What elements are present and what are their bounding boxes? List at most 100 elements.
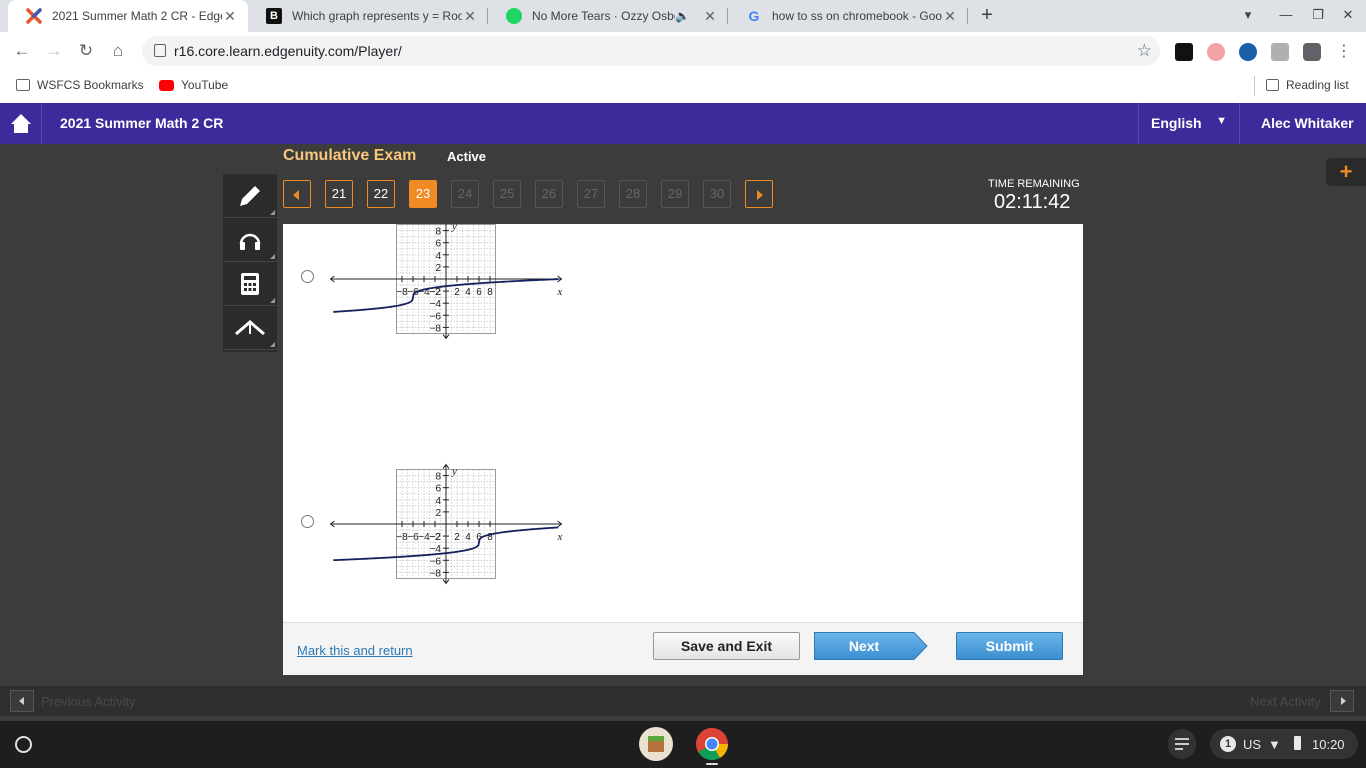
system-shelf: 1 US ▼ 10:20	[0, 721, 1366, 768]
y-axis-letter: y	[451, 224, 457, 233]
x-axis-letter: x	[557, 286, 563, 298]
y-tick-label: −4	[430, 299, 442, 310]
graph-option-1: −8 −6 −4 −2 2 4 6 88642−2−4−6−8xy	[329, 224, 563, 340]
exam-status: Active	[447, 149, 487, 164]
back-icon[interactable]: ←	[11, 40, 33, 62]
url-text: r16.core.learn.edgenuity.com/Player/	[174, 43, 402, 59]
previous-question-button[interactable]	[283, 180, 311, 208]
previous-activity-button[interactable]	[10, 690, 34, 712]
tab-title: 2021 Summer Math 2 CR - Edgenuity	[52, 9, 222, 23]
x-tick-label: 6	[476, 287, 482, 298]
close-tab-icon[interactable]: ✕	[462, 8, 478, 25]
google-icon: G	[748, 8, 760, 24]
question-23[interactable]: 23	[409, 180, 437, 208]
formula-tool[interactable]	[223, 306, 277, 350]
tab-search-icon[interactable]: ▾	[1238, 5, 1258, 25]
extension-icon[interactable]	[1175, 43, 1193, 61]
tab-brainly[interactable]: B Which graph represents y = Root of ✕	[248, 0, 488, 32]
new-tab-button[interactable]: +	[976, 4, 998, 26]
y-tick-label: 2	[435, 263, 441, 274]
x-tick-label: 8	[487, 287, 493, 298]
plus-icon[interactable]: +	[1326, 158, 1366, 186]
bookmark-wsfcs[interactable]: WSFCS Bookmarks	[16, 78, 144, 92]
course-home-button[interactable]	[0, 103, 42, 144]
y-tick-label: 4	[435, 496, 441, 507]
speaker-icon[interactable]: 🔈	[675, 9, 690, 23]
close-tab-icon[interactable]: ✕	[942, 8, 958, 25]
previous-activity-label: Previous Activity	[41, 694, 136, 709]
forward-icon[interactable]: →	[43, 40, 65, 62]
time-remaining-label: TIME REMAINING	[988, 178, 1080, 190]
y-tick-label: 6	[435, 484, 441, 495]
caret-right-icon	[757, 190, 763, 200]
tab-google[interactable]: G how to ss on chromebook - Google ✕	[728, 0, 968, 32]
home-icon[interactable]: ⌂	[107, 40, 129, 62]
close-tab-icon[interactable]: ✕	[702, 8, 718, 25]
language-value: English	[1151, 115, 1202, 131]
question-27: 27	[577, 180, 605, 208]
browser-tab-strip: 2021 Summer Math 2 CR - Edgenuity ✕ B Wh…	[0, 0, 1366, 32]
calculator-icon	[241, 272, 259, 295]
minecraft-education-icon[interactable]	[639, 727, 673, 761]
next-activity-button[interactable]	[1330, 690, 1354, 712]
question-25: 25	[493, 180, 521, 208]
pencil-icon	[240, 185, 260, 206]
bookmarks-bar: WSFCS Bookmarks YouTube Reading list	[0, 70, 1366, 103]
minimize-icon[interactable]: —	[1276, 5, 1296, 25]
x-axis-letter: x	[557, 531, 563, 543]
reading-list-label: Reading list	[1286, 78, 1349, 92]
audio-tool[interactable]	[223, 218, 277, 262]
reading-list-icon	[1266, 79, 1279, 91]
course-header: 2021 Summer Math 2 CR English ▼ Alec Whi…	[0, 103, 1366, 144]
address-bar[interactable]: r16.core.learn.edgenuity.com/Player/ ☆	[142, 36, 1160, 66]
reload-icon[interactable]: ↻	[75, 40, 97, 62]
y-tick-label: 6	[435, 239, 441, 250]
y-tick-label: −2	[430, 532, 442, 543]
question-30: 30	[703, 180, 731, 208]
extension-icon[interactable]	[1207, 43, 1225, 61]
submit-button[interactable]: Submit	[956, 632, 1063, 660]
close-window-icon[interactable]: ✕	[1338, 5, 1358, 25]
restore-icon[interactable]: ❐	[1308, 5, 1328, 25]
y-tick-label: −6	[430, 556, 442, 567]
tab-edgenuity[interactable]: 2021 Summer Math 2 CR - Edgenuity ✕	[8, 0, 248, 32]
clipboard-tray-icon[interactable]	[1168, 729, 1196, 759]
close-tab-icon[interactable]: ✕	[222, 8, 238, 25]
next-question-button[interactable]	[745, 180, 773, 208]
bookmark-star-icon[interactable]: ☆	[1137, 41, 1152, 61]
x-tick-label: 4	[465, 287, 471, 298]
extension-icon[interactable]	[1271, 43, 1289, 61]
kebab-menu-icon[interactable]: ⋮	[1335, 43, 1353, 61]
launcher-icon[interactable]	[15, 736, 32, 753]
extensions-puzzle-icon[interactable]	[1303, 43, 1321, 61]
bookmark-youtube[interactable]: YouTube	[159, 78, 228, 92]
youtube-icon	[159, 79, 174, 91]
extension-icon[interactable]	[1239, 43, 1257, 61]
question-22[interactable]: 22	[367, 180, 395, 208]
bookmark-label: YouTube	[181, 78, 229, 92]
question-21[interactable]: 21	[325, 180, 353, 208]
tab-spotify[interactable]: No More Tears · Ozzy Osbourne 🔈 ✕	[488, 0, 728, 32]
language-select[interactable]: English ▼	[1138, 103, 1240, 144]
headphones-icon	[239, 233, 261, 250]
save-and-exit-button[interactable]: Save and Exit	[653, 632, 800, 660]
y-tick-label: 2	[435, 508, 441, 519]
pencil-tool[interactable]	[223, 174, 277, 218]
status-area[interactable]: 1 US ▼ 10:20	[1210, 729, 1358, 759]
user-name[interactable]: Alec Whitaker	[1261, 115, 1354, 131]
tab-title: how to ss on chromebook - Google	[772, 9, 942, 23]
site-info-icon[interactable]	[154, 44, 166, 57]
calculator-tool[interactable]	[223, 262, 277, 306]
question-26: 26	[535, 180, 563, 208]
time-remaining-value: 02:11:42	[994, 191, 1071, 213]
question-29: 29	[661, 180, 689, 208]
caret-right-icon	[1341, 697, 1346, 705]
x-tick-label: 2	[454, 532, 460, 543]
reading-list[interactable]: Reading list	[1266, 78, 1349, 92]
mark-and-return-link[interactable]: Mark this and return	[297, 643, 413, 658]
next-button[interactable]: Next	[814, 632, 928, 660]
caret-left-icon	[293, 190, 299, 200]
chrome-icon[interactable]	[695, 727, 729, 761]
x-tick-label: 2	[454, 287, 460, 298]
chevron-down-icon: ▼	[1216, 115, 1227, 127]
